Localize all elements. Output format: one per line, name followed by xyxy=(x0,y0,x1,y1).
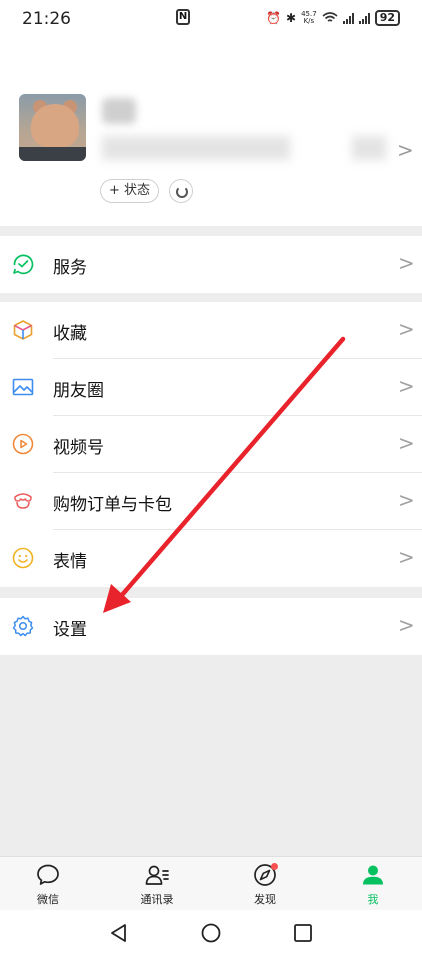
me-icon xyxy=(363,865,383,885)
menu-item-stickers[interactable]: 表情 > xyxy=(0,530,422,587)
menu-item-settings[interactable]: 设置 > xyxy=(0,598,422,655)
menu-item-label: 表情 xyxy=(53,552,87,572)
notification-dot xyxy=(271,863,278,870)
menu-item-favorites[interactable]: 收藏 > xyxy=(0,302,422,359)
moments-icon xyxy=(12,378,34,396)
wifi-icon xyxy=(322,12,338,22)
menu-group-service: 服务 > xyxy=(0,236,422,293)
battery-indicator: 92 xyxy=(374,10,400,26)
back-icon[interactable] xyxy=(108,922,130,944)
menu-group-settings: 设置 > xyxy=(0,598,422,655)
tab-contacts[interactable]: 通讯录 xyxy=(127,863,187,907)
signal-icon xyxy=(342,12,354,24)
chevron-right-icon: > xyxy=(398,431,415,455)
chevron-right-icon: > xyxy=(398,374,415,398)
refresh-status-button[interactable] xyxy=(169,179,193,203)
profile-card[interactable]: > + 状态 xyxy=(0,40,422,226)
home-icon[interactable] xyxy=(200,922,222,944)
menu-item-service[interactable]: 服务 > xyxy=(0,236,422,293)
tab-discover[interactable]: 发现 xyxy=(235,863,295,907)
add-status-button[interactable]: + 状态 xyxy=(100,179,160,203)
menu-item-label: 朋友圈 xyxy=(53,381,104,401)
recents-icon[interactable] xyxy=(292,922,314,944)
nfc-icon: N xyxy=(176,9,190,25)
tab-label: 发现 xyxy=(254,893,276,906)
qr-code-icon[interactable] xyxy=(352,136,386,160)
tab-chats[interactable]: 微信 xyxy=(18,863,78,907)
chevron-right-icon: > xyxy=(397,138,414,162)
chevron-right-icon: > xyxy=(398,613,415,637)
menu-item-orders-cards[interactable]: 购物订单与卡包 > xyxy=(0,473,422,530)
tab-label: 微信 xyxy=(37,893,59,906)
avatar[interactable] xyxy=(19,94,86,161)
bluetooth-icon: ✱ xyxy=(286,11,297,25)
bottom-tab-bar: 微信 通讯录 发现 我 xyxy=(0,856,422,910)
chats-icon xyxy=(37,864,59,885)
settings-icon xyxy=(12,615,34,637)
menu-item-label: 服务 xyxy=(53,258,87,278)
chevron-right-icon: > xyxy=(398,545,415,569)
status-bar: 21:26 N ⏰ ✱ 45.7 K/s 92 xyxy=(0,0,422,40)
menu-item-channels[interactable]: 视频号 > xyxy=(0,416,422,473)
orders-cards-icon xyxy=(14,493,32,509)
chevron-right-icon: > xyxy=(398,317,415,341)
tab-label: 通讯录 xyxy=(140,893,174,906)
nickname-redacted xyxy=(102,98,136,124)
status-indicators: ⏰ ✱ 45.7 K/s 92 xyxy=(266,10,400,26)
channels-icon xyxy=(12,433,34,455)
status-time: 21:26 xyxy=(22,9,71,29)
menu-group-main: 收藏 > 朋友圈 > 视频号 > 购物订单与卡包 > 表情 > xyxy=(0,302,422,587)
network-speed: 45.7 K/s xyxy=(301,11,317,25)
menu-item-moments[interactable]: 朋友圈 > xyxy=(0,359,422,416)
alarm-icon: ⏰ xyxy=(266,11,282,25)
favorites-icon xyxy=(13,320,33,340)
contacts-icon xyxy=(145,865,169,885)
wechat-id-redacted xyxy=(102,136,290,160)
tab-me[interactable]: 我 xyxy=(343,863,403,907)
menu-item-label: 视频号 xyxy=(53,438,104,458)
menu-item-label: 购物订单与卡包 xyxy=(53,495,172,515)
menu-item-label: 收藏 xyxy=(53,324,87,344)
chevron-right-icon: > xyxy=(398,251,415,275)
stickers-icon xyxy=(12,547,34,569)
system-navigation-bar xyxy=(0,910,422,955)
service-icon xyxy=(13,254,34,275)
signal-icon-2 xyxy=(358,12,370,24)
chevron-right-icon: > xyxy=(398,488,415,512)
tab-label: 我 xyxy=(367,893,379,906)
network-speed-unit: K/s xyxy=(303,17,315,25)
menu-item-label: 设置 xyxy=(53,620,87,640)
